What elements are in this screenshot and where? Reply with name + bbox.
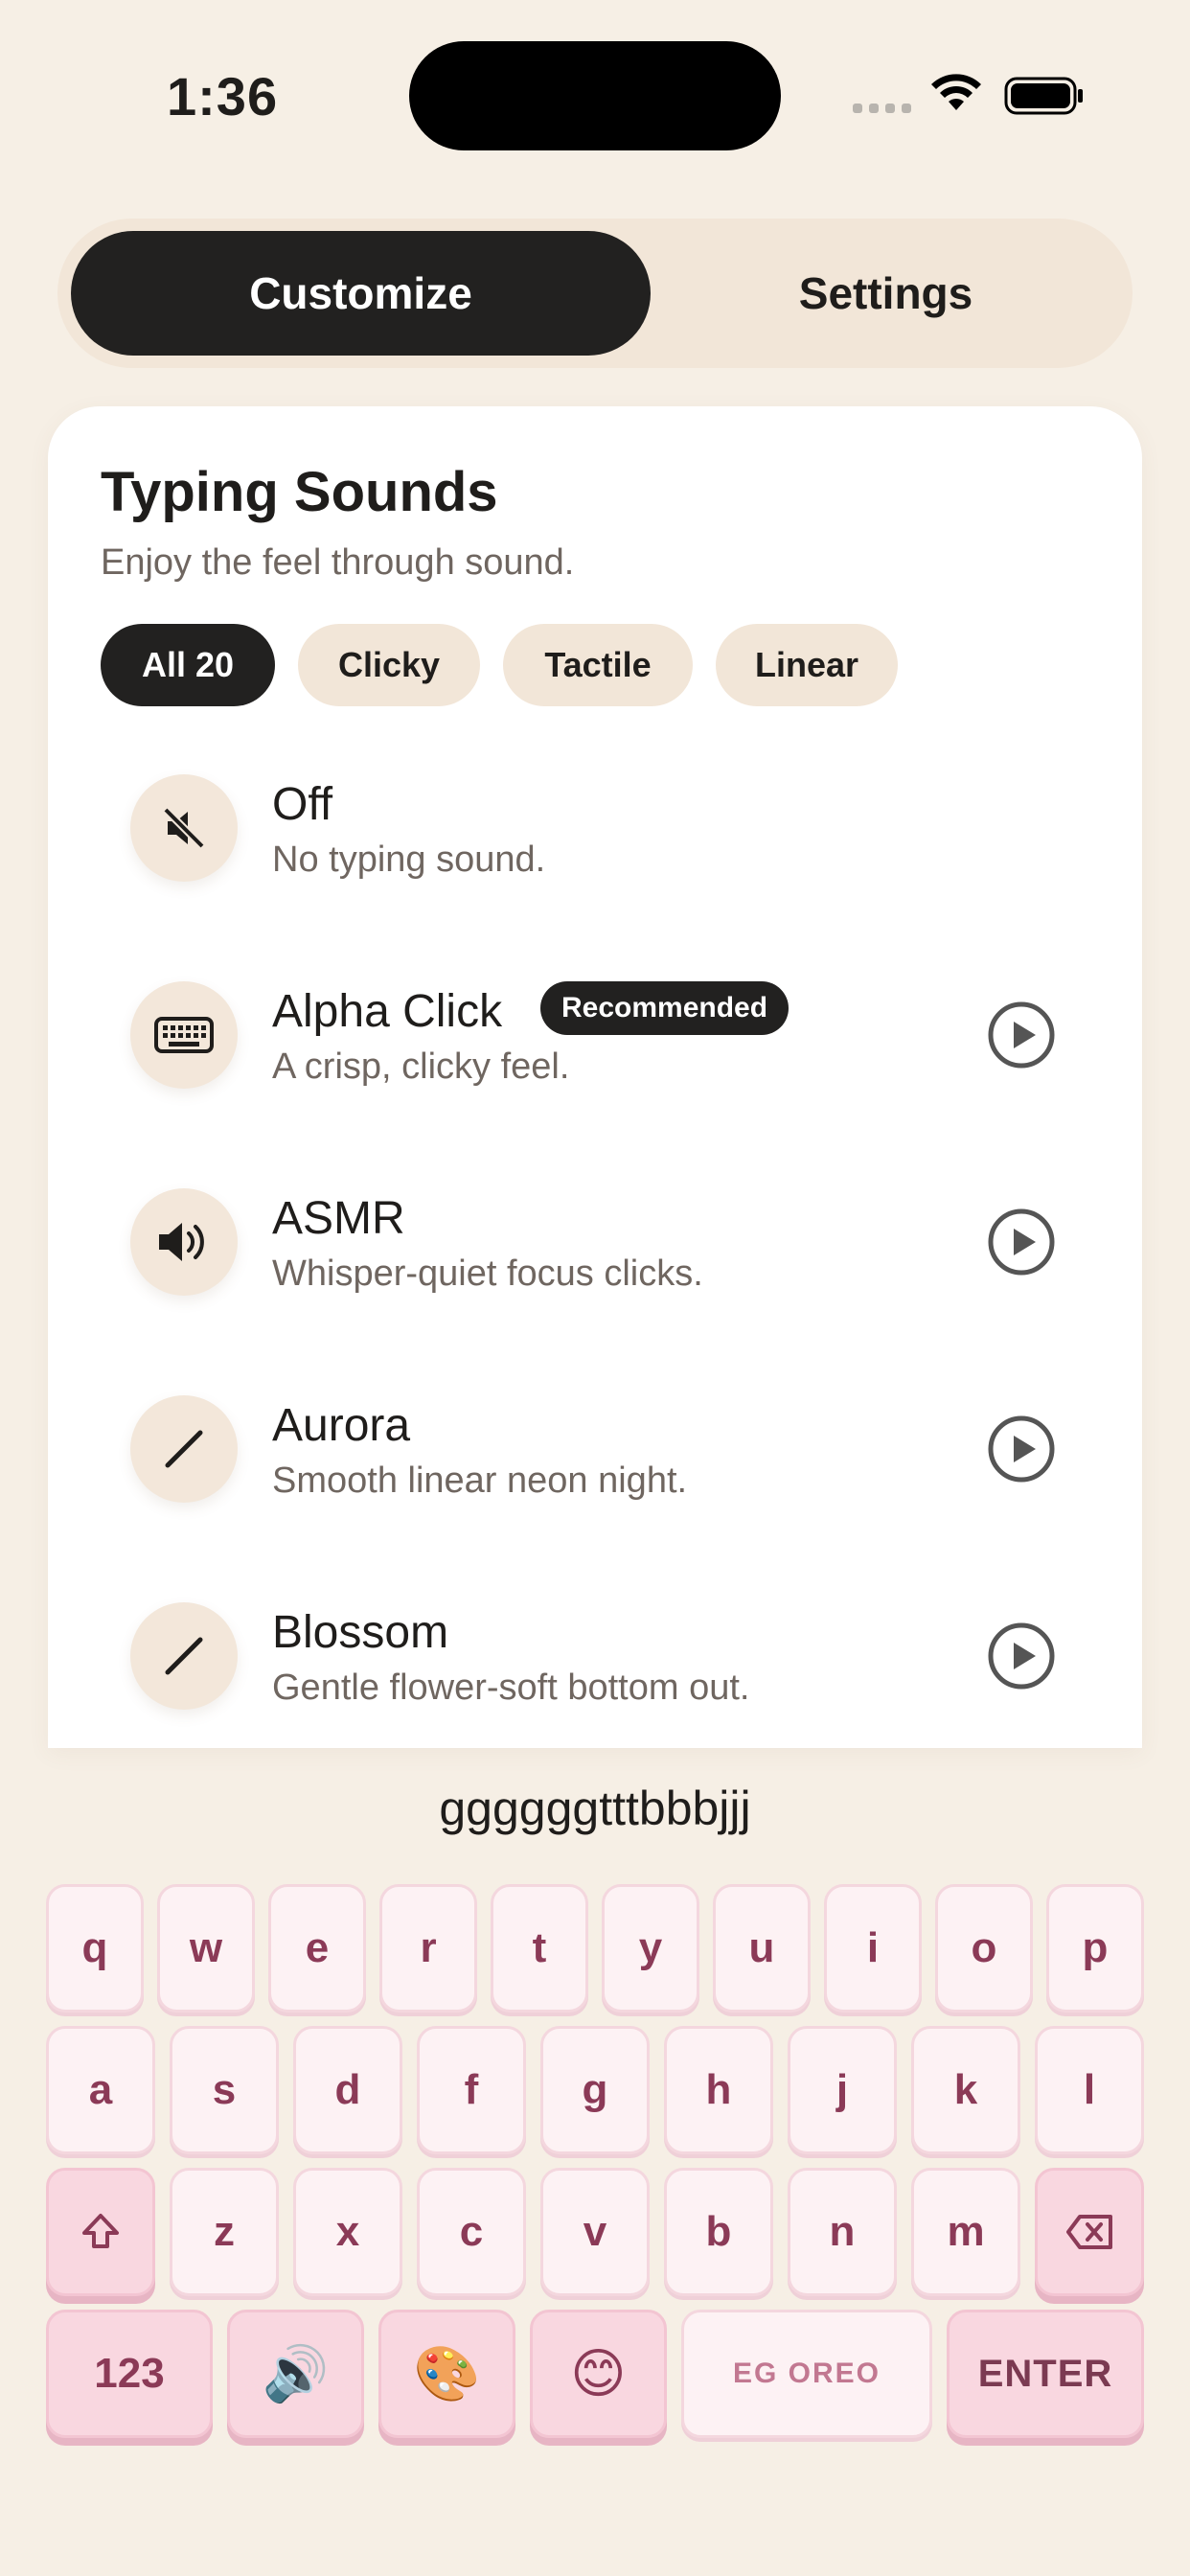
play-preview-button[interactable]: [987, 1414, 1056, 1484]
slash-icon: [130, 1395, 238, 1503]
key-g[interactable]: g: [540, 2026, 650, 2154]
sound-name: Off: [272, 779, 333, 830]
key-m[interactable]: m: [911, 2168, 1020, 2296]
key-p[interactable]: p: [1046, 1884, 1144, 2012]
backspace-key[interactable]: [1035, 2168, 1144, 2296]
filter-chip-all[interactable]: All 20: [101, 624, 275, 706]
app-root: 1:36 Customize Settings Typing Sounds En…: [0, 0, 1190, 2576]
wifi-icon: [931, 74, 981, 110]
theme-key[interactable]: 🎨: [378, 2310, 515, 2438]
enter-key[interactable]: ENTER: [947, 2310, 1144, 2438]
sound-description: Smooth linear neon night.: [272, 1460, 688, 1501]
sound-description: A crisp, clicky feel.: [272, 1046, 570, 1087]
shift-key[interactable]: [46, 2168, 155, 2296]
smile-icon: 😊: [570, 2343, 627, 2404]
key-s[interactable]: s: [170, 2026, 279, 2154]
sound-name: Aurora: [272, 1400, 411, 1451]
filter-chip-clicky[interactable]: Clicky: [298, 624, 480, 706]
key-k[interactable]: k: [911, 2026, 1020, 2154]
key-h[interactable]: h: [664, 2026, 773, 2154]
key-x[interactable]: x: [293, 2168, 402, 2296]
key-y[interactable]: y: [602, 1884, 699, 2012]
key-v[interactable]: v: [540, 2168, 650, 2296]
key-z[interactable]: z: [170, 2168, 279, 2296]
dynamic-island: [409, 41, 781, 150]
key-b[interactable]: b: [664, 2168, 773, 2296]
keyboard-icon: [130, 981, 238, 1089]
play-preview-button[interactable]: [987, 1000, 1056, 1070]
key-r[interactable]: r: [379, 1884, 477, 2012]
battery-icon: [1004, 77, 1083, 115]
sound-description: Gentle flower-soft bottom out.: [272, 1668, 750, 1708]
sound-item-asmr[interactable]: ASMR Whisper-quiet focus clicks.: [130, 1188, 1060, 1303]
status-time: 1:36: [167, 66, 279, 126]
key-t[interactable]: t: [491, 1884, 588, 2012]
tab-customize[interactable]: Customize: [71, 231, 651, 356]
sound-description: Whisper-quiet focus clicks.: [272, 1254, 703, 1294]
numbers-key[interactable]: 123: [46, 2310, 213, 2438]
cellular-signal-icon: [853, 104, 911, 113]
sound-description: No typing sound.: [272, 840, 546, 880]
sound-toggle-key[interactable]: 🔊: [227, 2310, 364, 2438]
key-n[interactable]: n: [788, 2168, 897, 2296]
palette-icon: 🎨: [413, 2343, 481, 2404]
play-preview-button[interactable]: [987, 1208, 1056, 1276]
key-w[interactable]: w: [157, 1884, 255, 2012]
key-q[interactable]: q: [46, 1884, 144, 2012]
key-c[interactable]: c: [417, 2168, 526, 2296]
sound-item-aurora[interactable]: Aurora Smooth linear neon night.: [130, 1395, 1060, 1510]
speaker-icon: [130, 1188, 238, 1296]
key-i[interactable]: i: [824, 1884, 922, 2012]
tab-settings[interactable]: Settings: [652, 231, 1119, 356]
key-d[interactable]: d: [293, 2026, 402, 2154]
recommended-badge: Recommended: [540, 981, 790, 1035]
filter-chip-linear[interactable]: Linear: [716, 624, 898, 706]
muted-speaker-icon: [130, 774, 238, 882]
sound-name: Alpha Click: [272, 986, 503, 1037]
mode-segmented-control: Customize Settings: [57, 218, 1133, 368]
slash-icon: [130, 1602, 238, 1710]
section-title: Typing Sounds: [101, 461, 498, 523]
filter-chip-tactile[interactable]: Tactile: [503, 624, 693, 706]
speaker-icon: 🔊: [262, 2343, 330, 2404]
key-u[interactable]: u: [713, 1884, 811, 2012]
emoji-key[interactable]: 😊: [530, 2310, 667, 2438]
section-subtitle: Enjoy the feel through sound.: [101, 542, 575, 583]
sound-name: ASMR: [272, 1193, 405, 1244]
sound-item-alpha-click[interactable]: Alpha Click Recommended A crisp, clicky …: [130, 981, 1060, 1096]
play-preview-button[interactable]: [987, 1622, 1056, 1690]
key-e[interactable]: e: [268, 1884, 366, 2012]
key-o[interactable]: o: [935, 1884, 1033, 2012]
sound-item-off[interactable]: Off No typing sound.: [130, 774, 1060, 889]
shift-icon: [82, 2214, 119, 2248]
sound-item-blossom[interactable]: Blossom Gentle flower-soft bottom out.: [130, 1602, 1060, 1717]
key-l[interactable]: l: [1035, 2026, 1144, 2154]
filter-chips: All 20 Clicky Tactile Linear: [101, 624, 898, 706]
space-key[interactable]: EG OREO: [681, 2310, 932, 2438]
key-j[interactable]: j: [788, 2026, 897, 2154]
key-f[interactable]: f: [417, 2026, 526, 2154]
key-a[interactable]: a: [46, 2026, 155, 2154]
backspace-icon: [1066, 2215, 1112, 2249]
typed-text-preview: ggggggtttbbbjjj: [439, 1782, 751, 1835]
sound-name: Blossom: [272, 1607, 449, 1658]
